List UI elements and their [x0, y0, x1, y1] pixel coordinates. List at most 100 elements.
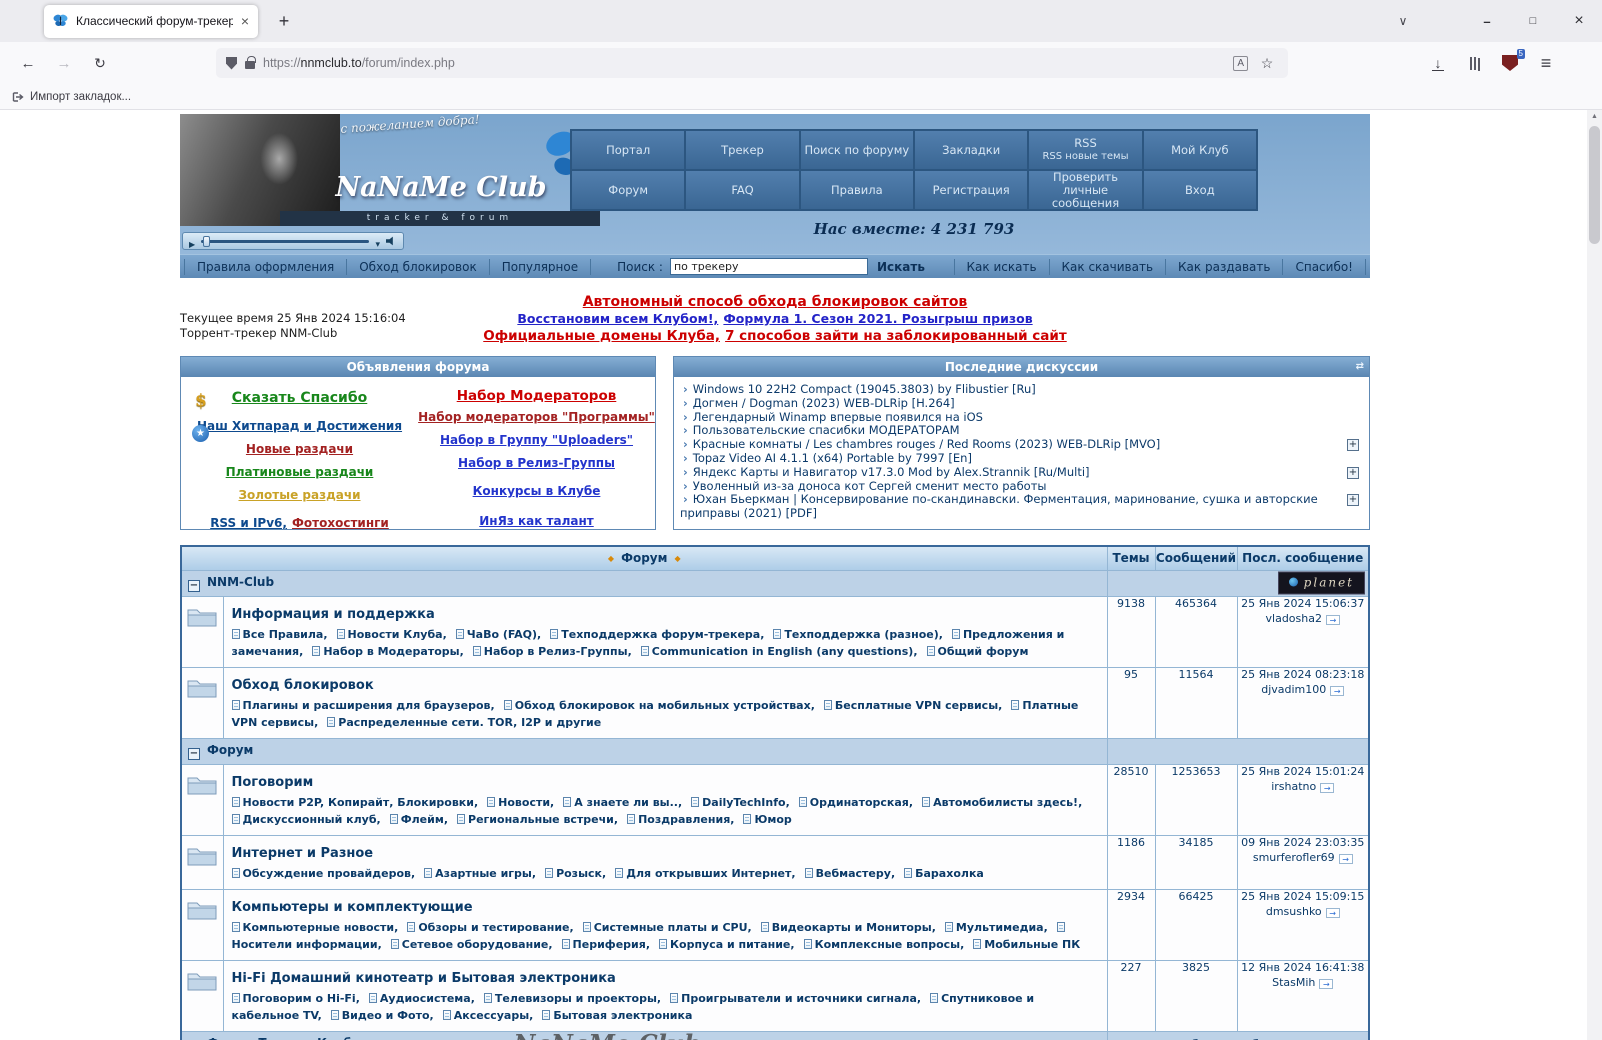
say-thanks-link[interactable]: Сказать Спасибо: [232, 390, 368, 406]
subforum-link[interactable]: Компьютерные новости: [243, 921, 395, 934]
subforum-link[interactable]: Общий форум: [938, 645, 1029, 658]
panel-toggle-icon[interactable]: [1356, 357, 1364, 377]
new-tab-button[interactable]: [270, 7, 298, 35]
menu-item-my-club[interactable]: Мой Клуб: [1142, 130, 1257, 170]
play-icon[interactable]: [189, 232, 195, 251]
player-slider[interactable]: [201, 235, 370, 247]
subforum-link[interactable]: Корпуса и питание: [670, 938, 790, 951]
subforum-link[interactable]: Аудиосистема: [380, 992, 471, 1005]
subforum-link[interactable]: Для открывших Интернет: [626, 867, 791, 880]
collapse-icon[interactable]: [188, 579, 200, 592]
menu-item-portal[interactable]: Портал: [571, 130, 686, 170]
subforum-link[interactable]: ЧаВо (FAQ): [467, 628, 537, 641]
subforum-link[interactable]: Все Правила: [243, 628, 324, 641]
speaker-icon[interactable]: [386, 236, 393, 246]
talents-recruit-link[interactable]: Набор "клубных талантов": [1173, 1032, 1360, 1040]
rss-ipv6-link[interactable]: RSS и IPv6,: [210, 516, 287, 530]
subforum-link[interactable]: DailyTechInfo: [702, 796, 785, 809]
mod-recruit-link[interactable]: Набор Модераторов: [457, 388, 617, 404]
subforum-link[interactable]: Носители информации: [232, 938, 378, 951]
subforum-link[interactable]: Мобильные ПК: [984, 938, 1080, 951]
subforum-link[interactable]: Дискуссионный клуб: [243, 813, 377, 826]
planet-badge[interactable]: planet: [1277, 571, 1365, 595]
discussion-link[interactable]: Topaz Video AI 4.1.1 (x64) Portable by 7…: [693, 451, 972, 465]
subforum-link[interactable]: Обход блокировок на мобильных устройства…: [515, 699, 811, 712]
player-dropdown-icon[interactable]: [375, 232, 380, 251]
menu-item-bookmarks[interactable]: Закладки: [914, 130, 1029, 170]
url-text[interactable]: https://nnmclub.to/forum/index.php: [263, 56, 1225, 70]
menu-item-rules[interactable]: Правила: [799, 170, 914, 210]
new-releases-link[interactable]: Новые раздачи: [246, 442, 353, 456]
expand-plus-icon[interactable]: [1347, 466, 1359, 479]
subforum-link[interactable]: Телевизоры и проекторы: [495, 992, 657, 1005]
last-post-user[interactable]: vladosha2: [1266, 612, 1322, 625]
nav-how-download-link[interactable]: Как скачивать: [1050, 258, 1167, 275]
subforum-link[interactable]: А знаете ли вы..: [574, 796, 678, 809]
announce-7ways-link[interactable]: 7 способов зайти на заблокированный сайт: [725, 328, 1067, 344]
discussion-link[interactable]: Легендарный Winamp впервые появился на i…: [693, 410, 983, 424]
discussion-link[interactable]: Юхан Бьеркман | Консервирование по-сканд…: [680, 492, 1318, 520]
latest-post-icon[interactable]: [1325, 614, 1340, 625]
subforum-link[interactable]: Барахолка: [915, 867, 984, 880]
adblocker-extension-icon[interactable]: 5: [1494, 48, 1526, 78]
subforum-link[interactable]: Видеокарты и Мониторы: [772, 921, 932, 934]
forward-button[interactable]: [48, 48, 80, 78]
subforum-link[interactable]: Региональные встречи: [468, 813, 614, 826]
last-post-user[interactable]: dmsushko: [1266, 905, 1322, 918]
subforum-link[interactable]: Азартные игры: [435, 867, 532, 880]
lock-icon[interactable]: [245, 56, 256, 69]
category-name[interactable]: NNM-Club: [207, 575, 274, 589]
subforum-link[interactable]: Системные платы и CPU: [594, 921, 748, 934]
menu-item-tracker[interactable]: Трекер: [685, 130, 800, 170]
subforum-link[interactable]: Комплексные вопросы: [815, 938, 961, 951]
subforum-link[interactable]: Набор в Релиз-Группы: [484, 645, 628, 658]
page-scrollbar[interactable]: [1587, 110, 1602, 1040]
forum-title-link[interactable]: Информация и поддержка: [232, 607, 435, 622]
hitparade-link[interactable]: Наш Хитпарад и Достижения: [197, 419, 402, 433]
subforum-link[interactable]: Флейм: [401, 813, 444, 826]
discussion-link[interactable]: Яндекс Карты и Навигатор v17.3.0 Mod by …: [693, 465, 1090, 479]
subforum-link[interactable]: Набор в Модераторы: [323, 645, 459, 658]
latest-post-icon[interactable]: [1319, 978, 1334, 989]
announce-formula1-link[interactable]: Формула 1. Сезон 2021. Розыгрыш призов: [723, 311, 1032, 326]
last-post-user[interactable]: StasMih: [1272, 976, 1315, 989]
expand-plus-icon[interactable]: [1347, 494, 1359, 507]
menu-item-rss[interactable]: RSS RSS новые темы: [1028, 130, 1143, 170]
forum-title-link[interactable]: Поговорим: [232, 775, 314, 790]
platinum-releases-link[interactable]: Платиновые раздачи: [226, 465, 374, 479]
latest-post-icon[interactable]: [1325, 907, 1340, 918]
discussion-link[interactable]: Красные комнаты / Les chambres rouges / …: [693, 437, 1160, 451]
subforum-link[interactable]: Новости P2P, Копирайт, Блокировки: [243, 796, 474, 809]
announce-restore-link[interactable]: Восстановим всем Клубом!,: [517, 311, 718, 326]
reload-button[interactable]: [84, 48, 116, 78]
subforum-link[interactable]: Обсуждение провайдеров: [243, 867, 411, 880]
forum-title-link[interactable]: Компьютеры и комплектующие: [232, 900, 473, 915]
nav-thanks-link[interactable]: Спасибо!: [1283, 258, 1366, 275]
site-logo-title[interactable]: NaNaMe Club: [285, 172, 597, 203]
last-post-user[interactable]: smurferofler69: [1253, 851, 1335, 864]
subforum-link[interactable]: Поздравления: [638, 813, 730, 826]
tab-close-icon[interactable]: [241, 13, 249, 29]
mod-programs-link[interactable]: Набор модераторов "Программы": [418, 410, 655, 424]
subforum-link[interactable]: Техподдержка (разное): [784, 628, 938, 641]
photohosting-link[interactable]: Фотохостинги: [292, 516, 389, 530]
subforum-link[interactable]: Мультимедиа: [956, 921, 1044, 934]
collapse-icon[interactable]: [188, 747, 200, 760]
nav-popular-link[interactable]: Популярное: [490, 258, 592, 275]
menu-item-faq[interactable]: FAQ: [685, 170, 800, 210]
latest-post-icon[interactable]: [1320, 782, 1335, 793]
subforum-link[interactable]: Распределенные сети. TOR, I2P и другие: [338, 716, 601, 729]
subforum-link[interactable]: Ординаторская: [810, 796, 909, 809]
window-minimize-button[interactable]: [1464, 0, 1510, 42]
subforum-link[interactable]: Техподдержка форум-трекера: [561, 628, 760, 641]
menu-item-login[interactable]: Вход: [1142, 170, 1257, 210]
menu-item-check-pm[interactable]: Проверить личные сообщения: [1028, 170, 1143, 210]
expand-plus-icon[interactable]: [1347, 439, 1359, 452]
subforum-link[interactable]: Аксессуары: [454, 1009, 529, 1022]
menu-item-register[interactable]: Регистрация: [914, 170, 1029, 210]
subforum-link[interactable]: Новости: [498, 796, 550, 809]
subforum-link[interactable]: Обзоры и тестирование: [418, 921, 569, 934]
discussion-link[interactable]: Windows 10 22H2 Compact (19045.3803) by …: [693, 382, 1036, 396]
contests-link[interactable]: Конкурсы в Клубе: [473, 484, 601, 498]
subforum-link[interactable]: Новости Клуба: [348, 628, 443, 641]
